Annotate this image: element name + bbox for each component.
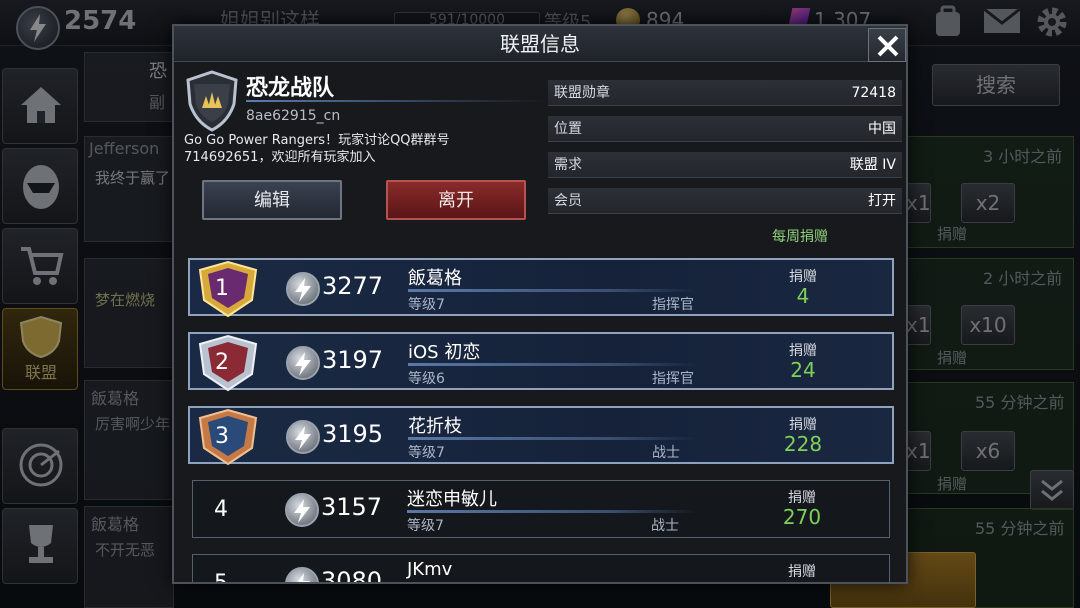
member-power: 3277: [322, 272, 384, 300]
member-name: 飯葛格: [408, 268, 462, 289]
member-row[interactable]: 3 3195 花折枝 等级7 战士 捐赠 228: [188, 406, 894, 466]
member-row[interactable]: 5 3080 JKmv 捐赠: [192, 554, 890, 584]
member-level: 等级7: [408, 297, 445, 313]
member-divider: [408, 437, 698, 440]
info-row-membership: 会员 打开: [548, 188, 902, 214]
member-role: 战士: [651, 518, 679, 534]
member-divider: [408, 363, 698, 366]
info-key: 联盟勋章: [554, 85, 610, 101]
member-row[interactable]: 4 3157 迷恋申敏儿 等级7 战士 捐赠 270: [192, 480, 890, 538]
power-icon: [285, 493, 319, 527]
member-row[interactable]: 2 3197 iOS 初恋 等级6 指挥官 捐赠 24: [188, 332, 894, 392]
member-role: 指挥官: [652, 297, 694, 313]
member-name: iOS 初恋: [408, 342, 481, 363]
info-row-medals: 联盟勋章 72418: [548, 80, 902, 106]
donation-count: 24: [790, 358, 816, 382]
donation-count: 270: [782, 505, 822, 529]
info-key: 会员: [554, 193, 582, 209]
member-rank: 1: [215, 276, 229, 301]
alliance-shield-icon: [186, 70, 238, 132]
member-rank: 4: [214, 497, 228, 522]
member-level: 等级7: [407, 518, 444, 534]
donation-count: 228: [783, 432, 823, 456]
info-key: 需求: [554, 157, 582, 173]
member-role: 指挥官: [652, 371, 694, 387]
donation-label: 捐赠: [788, 564, 816, 580]
info-value: 中国: [868, 121, 896, 137]
member-rank: 2: [215, 350, 229, 375]
member-power: 3195: [322, 420, 384, 448]
edit-button[interactable]: 编辑: [202, 180, 342, 220]
alliance-description: Go Go Power Rangers！玩家讨论QQ群群号714692651，欢…: [184, 133, 450, 165]
donation-label: 捐赠: [789, 343, 817, 359]
donation-label: 捐赠: [788, 490, 816, 506]
member-level: 等级6: [408, 371, 445, 387]
alliance-id: 8ae62915_cn: [246, 108, 341, 124]
member-rank: 5: [214, 571, 228, 584]
info-value: 72418: [851, 85, 896, 101]
donation-count: 4: [796, 284, 810, 308]
close-icon: [877, 35, 899, 57]
alliance-name: 恐龙战队: [246, 76, 335, 101]
member-power: 3080: [321, 567, 383, 584]
donation-label: 捐赠: [789, 417, 817, 433]
member-divider: [407, 510, 697, 513]
member-name: JKmv: [407, 559, 453, 580]
member-power: 3157: [321, 493, 383, 521]
dialog-title: 联盟信息: [174, 26, 906, 62]
member-name: 花折枝: [408, 416, 462, 437]
member-role: 战士: [652, 445, 680, 461]
leave-button[interactable]: 离开: [386, 180, 526, 220]
close-button[interactable]: [868, 28, 906, 62]
info-key: 位置: [554, 121, 582, 137]
member-divider: [408, 289, 698, 292]
member-row[interactable]: 1 3277 飯葛格 等级7 指挥官 捐赠 4: [188, 258, 894, 318]
alliance-info-dialog: 联盟信息 恐龙战队 8ae62915_cn Go Go Power Ranger…: [172, 24, 908, 584]
power-icon: [286, 272, 320, 306]
info-value: 联盟 IV: [849, 157, 896, 173]
info-row-requirement: 需求 联盟 IV: [548, 152, 902, 178]
alliance-emblem: [184, 70, 240, 132]
member-rank: 3: [215, 424, 229, 449]
member-list[interactable]: 1 3277 飯葛格 等级7 指挥官 捐赠 4 2 3197 iOS 初恋 等级…: [188, 258, 894, 584]
power-icon: [286, 346, 320, 380]
member-power: 3197: [322, 346, 384, 374]
member-level: 等级7: [408, 445, 445, 461]
name-underline: [246, 100, 546, 102]
info-value: 打开: [868, 193, 896, 209]
power-icon: [286, 420, 320, 454]
info-row-location: 位置 中国: [548, 116, 902, 142]
donation-label: 捐赠: [789, 269, 817, 285]
member-name: 迷恋申敏儿: [407, 489, 497, 510]
power-icon: [285, 567, 319, 582]
weekly-donations-header: 每周捐赠: [772, 229, 828, 245]
game-screen: 2574 姐姐别这样 591/10000 等级5 894 1,307 联盟 恐 …: [0, 0, 1080, 608]
